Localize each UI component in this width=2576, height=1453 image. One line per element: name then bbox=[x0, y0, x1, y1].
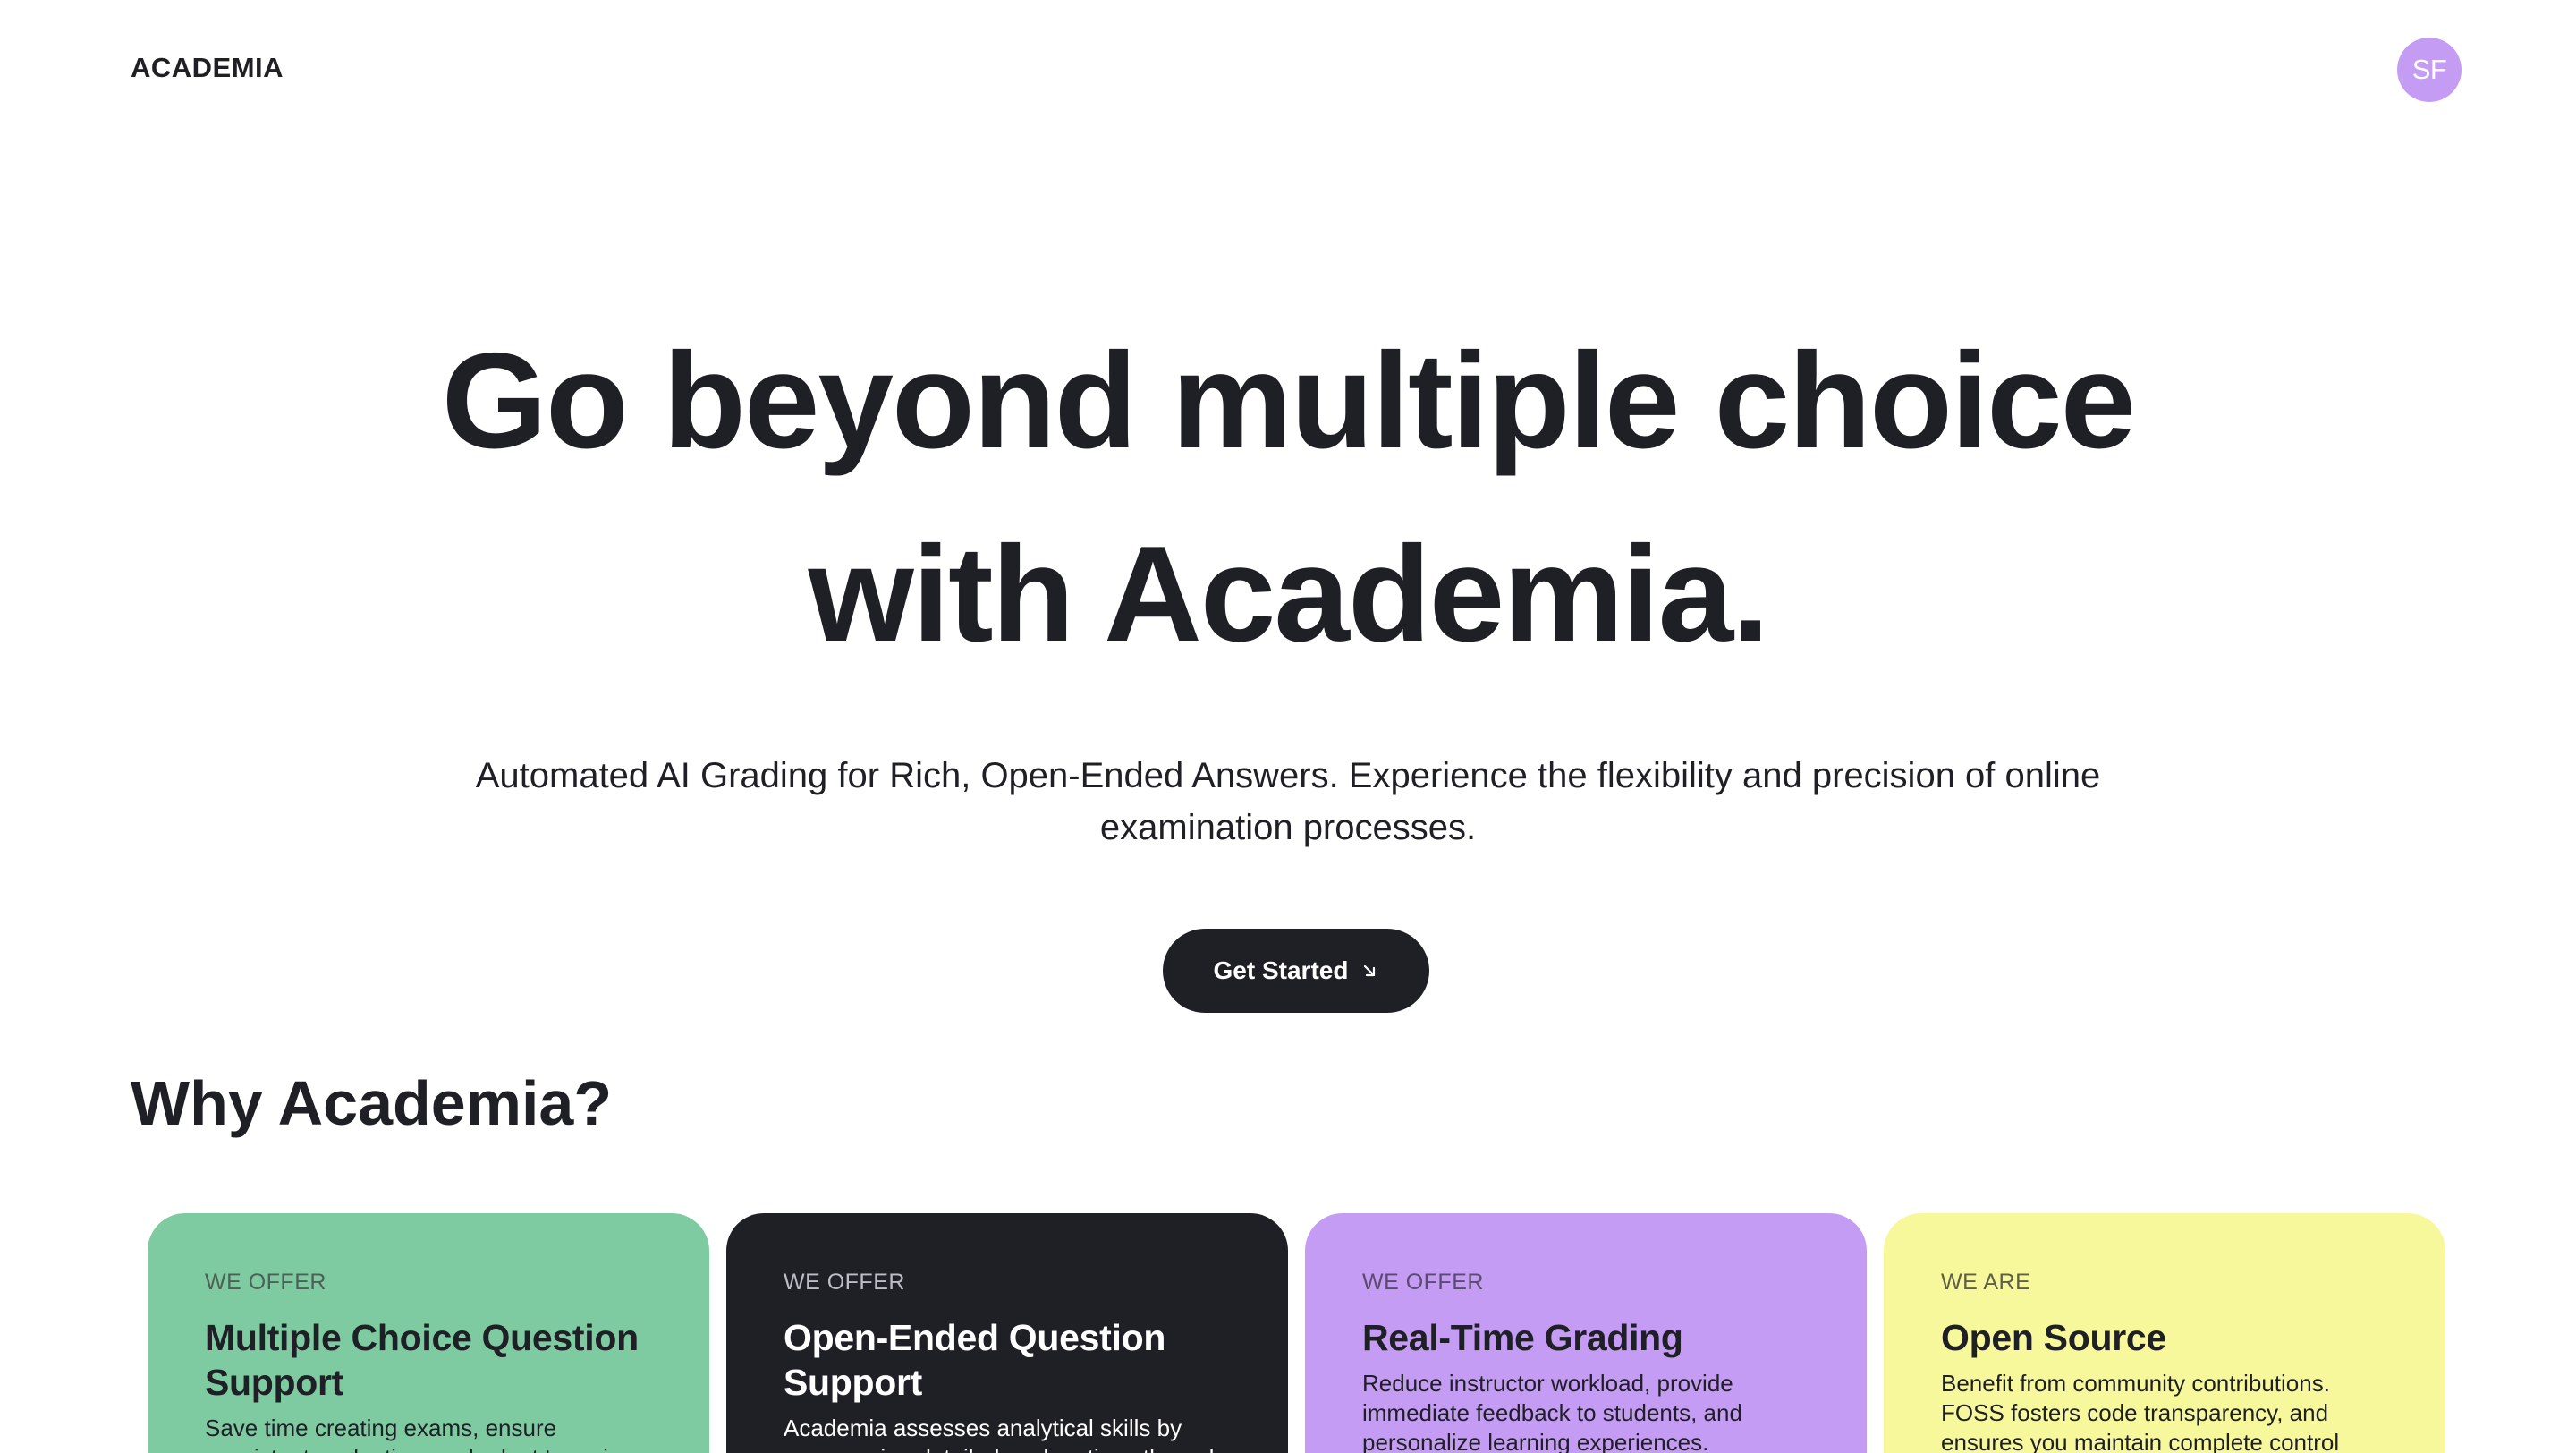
feature-cards: WE OFFER Multiple Choice Question Suppor… bbox=[148, 1213, 2446, 1453]
feature-card-open-ended[interactable]: WE OFFER Open-Ended Question Support Aca… bbox=[726, 1213, 1288, 1453]
hero-subtitle: Automated AI Grading for Rich, Open-Ende… bbox=[376, 750, 2200, 854]
hero-subtitle-line-1: Automated AI Grading for Rich, Open-Ende… bbox=[475, 756, 2101, 795]
landing-page: ACADEMIA SF Go beyond multiple choice wi… bbox=[0, 0, 2576, 1453]
card-title: Real-Time Grading bbox=[1362, 1317, 1683, 1358]
top-header: ACADEMIA SF bbox=[0, 0, 2576, 143]
card-kicker: WE OFFER bbox=[784, 1270, 905, 1295]
card-description: Save time creating exams, ensure consist… bbox=[205, 1415, 646, 1453]
arrow-down-right-icon bbox=[1364, 964, 1376, 977]
card-title: Multiple Choice Question Support bbox=[205, 1317, 639, 1403]
hero-title-line-1: Go beyond multiple choice bbox=[441, 325, 2136, 477]
feature-card-real-time-grading[interactable]: WE OFFER Real-Time Grading Reduce instru… bbox=[1305, 1213, 1867, 1453]
avatar[interactable]: SF bbox=[2397, 38, 2462, 102]
card-kicker: WE ARE bbox=[1941, 1270, 2031, 1295]
hero-title-line-2: with Academia. bbox=[808, 518, 1770, 670]
get-started-label: Get Started bbox=[1213, 956, 1349, 984]
feature-card-mcq[interactable]: WE OFFER Multiple Choice Question Suppor… bbox=[148, 1213, 709, 1453]
card-kicker: WE OFFER bbox=[1362, 1270, 1484, 1295]
card-description: Benefit from community contributions. FO… bbox=[1941, 1370, 2340, 1453]
card-title: Open Source bbox=[1941, 1317, 2166, 1358]
hero-subtitle-line-2: examination processes. bbox=[1099, 808, 1477, 847]
card-title: Open-Ended Question Support bbox=[784, 1317, 1166, 1403]
hero-title: Go beyond multiple choice with Academia. bbox=[215, 304, 2361, 691]
why-academia-heading: Why Academia? bbox=[131, 1068, 613, 1138]
logo[interactable]: ACADEMIA bbox=[131, 50, 284, 86]
get-started-button[interactable]: Get Started bbox=[1163, 929, 1429, 1013]
card-description: Academia assesses analytical skills by e… bbox=[784, 1415, 1222, 1453]
card-kicker: WE OFFER bbox=[205, 1270, 326, 1295]
feature-card-open-source[interactable]: WE ARE Open Source Benefit from communit… bbox=[1884, 1213, 2445, 1453]
card-description: Reduce instructor workload, provide imme… bbox=[1362, 1370, 1742, 1453]
